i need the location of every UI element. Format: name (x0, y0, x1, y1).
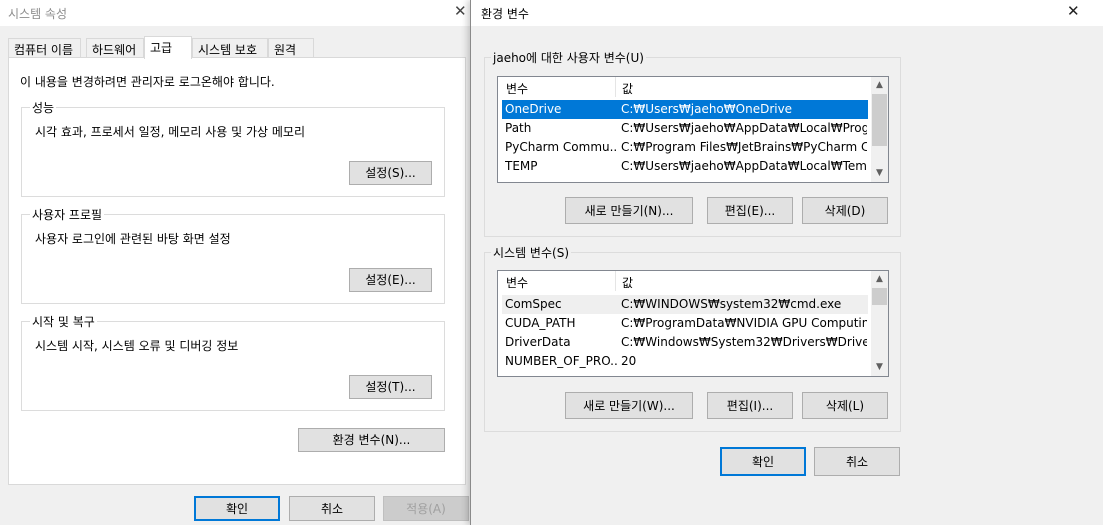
system-properties-titlebar: 시스템 속성 ✕ (0, 0, 472, 26)
variable-value: C:₩Users₩jaeho₩OneDrive (621, 102, 793, 116)
system-edit-button[interactable]: 편집(I)... (707, 392, 793, 419)
column-separator[interactable] (615, 271, 616, 291)
tab-remote[interactable]: 원격 (268, 38, 314, 58)
scroll-up-icon[interactable]: ▲ (871, 271, 888, 288)
system-delete-button[interactable]: 삭제(L) (802, 392, 888, 419)
variable-name: OneDrive (505, 102, 562, 116)
user-variable-row[interactable]: TEMP C:₩Users₩jaeho₩AppData₩Local₩Temp (502, 157, 868, 176)
user-profiles-description: 사용자 로그인에 관련된 바탕 화면 설정 (35, 232, 231, 246)
tab-system-protection[interactable]: 시스템 보호 (192, 38, 268, 58)
variable-value: C:₩Program Files₩JetBrains₩PyCharm Co... (621, 140, 867, 154)
system-variable-row[interactable]: ComSpec C:₩WINDOWS₩system32₩cmd.exe (502, 295, 868, 314)
system-list-header: 변수 값 (498, 271, 888, 291)
tab-computer-name[interactable]: 컴퓨터 이름 (8, 38, 81, 58)
system-variable-row[interactable]: NUMBER_OF_PRO... 20 (502, 352, 868, 371)
system-properties-title: 시스템 속성 (8, 7, 68, 21)
environment-variables-button[interactable]: 환경 변수(N)... (298, 428, 445, 452)
startup-recovery-label: 시작 및 복구 (30, 313, 97, 330)
user-new-button[interactable]: 새로 만들기(N)... (565, 197, 693, 224)
variable-value: C:₩WINDOWS₩system32₩cmd.exe (621, 297, 842, 311)
user-list-scrollbar[interactable]: ▲ ▼ (871, 77, 888, 182)
variable-name: CUDA_PATH (505, 316, 576, 330)
environment-variables-dialog: 환경 변수 ✕ jaeho에 대한 사용자 변수(U) 변수 값 OneDriv… (470, 0, 1103, 525)
sysprops-cancel-button[interactable]: 취소 (289, 496, 375, 521)
user-variable-row[interactable]: OneDrive C:₩Users₩jaeho₩OneDrive (502, 100, 868, 119)
user-edit-button[interactable]: 편집(E)... (707, 197, 793, 224)
user-list-header: 변수 값 (498, 77, 888, 97)
env-title: 환경 변수 (481, 7, 529, 21)
system-variable-row[interactable]: DriverData C:₩Windows₩System32₩Drivers₩D… (502, 333, 868, 352)
scroll-up-icon[interactable]: ▲ (871, 77, 888, 94)
user-variables-label: jaeho에 대한 사용자 변수(U) (491, 49, 646, 66)
user-variable-row[interactable]: Path C:₩Users₩jaeho₩AppData₩Local₩Progra… (502, 119, 868, 138)
close-icon[interactable]: ✕ (454, 2, 467, 20)
scrollbar-thumb[interactable] (872, 94, 887, 146)
tab-hardware[interactable]: 하드웨어 (86, 38, 144, 58)
variable-name: TEMP (505, 159, 538, 173)
system-new-button[interactable]: 새로 만들기(W)... (565, 392, 693, 419)
user-variable-row[interactable]: PyCharm Commu... C:₩Program Files₩JetBra… (502, 138, 868, 157)
system-variables-label: 시스템 변수(S) (491, 244, 571, 261)
scroll-down-icon[interactable]: ▼ (871, 359, 888, 376)
column-header-variable[interactable]: 변수 (506, 274, 528, 291)
sysprops-apply-button: 적용(A) (383, 496, 469, 521)
user-profiles-settings-button[interactable]: 설정(E)... (349, 268, 432, 292)
variable-name: Path (505, 121, 532, 135)
admin-note: 이 내용을 변경하려면 관리자로 로그온해야 합니다. (20, 75, 275, 89)
performance-description: 시각 효과, 프로세서 일정, 메모리 사용 및 가상 메모리 (35, 125, 305, 139)
startup-recovery-description: 시스템 시작, 시스템 오류 및 디버깅 정보 (35, 339, 239, 353)
variable-name: PyCharm Commu... (505, 140, 617, 154)
column-header-value[interactable]: 값 (622, 80, 633, 97)
user-delete-button[interactable]: 삭제(D) (802, 197, 888, 224)
tab-advanced[interactable]: 고급 (144, 36, 192, 59)
scroll-down-icon[interactable]: ▼ (871, 165, 888, 182)
variable-name: DriverData (505, 335, 571, 349)
column-separator[interactable] (615, 77, 616, 97)
variable-value: C:₩Users₩jaeho₩AppData₩Local₩Temp (621, 159, 867, 173)
variable-value: 20 (621, 354, 637, 368)
close-icon[interactable]: ✕ (1067, 2, 1080, 20)
scrollbar-thumb[interactable] (872, 288, 887, 305)
env-cancel-button[interactable]: 취소 (814, 447, 900, 476)
performance-label: 성능 (30, 99, 57, 116)
env-ok-button[interactable]: 확인 (720, 447, 806, 476)
system-variables-list[interactable]: 변수 값 ComSpec C:₩WINDOWS₩system32₩cmd.exe… (497, 270, 889, 377)
column-header-value[interactable]: 값 (622, 274, 633, 291)
column-header-variable[interactable]: 변수 (506, 80, 528, 97)
variable-name: NUMBER_OF_PRO... (505, 354, 617, 368)
variable-value: C:₩ProgramData₩NVIDIA GPU Computing... (621, 316, 867, 330)
variable-name: ComSpec (505, 297, 562, 311)
sysprops-ok-button[interactable]: 확인 (194, 496, 280, 521)
user-profiles-label: 사용자 프로필 (30, 206, 105, 223)
variable-value: C:₩Users₩jaeho₩AppData₩Local₩Program... (621, 121, 867, 135)
startup-recovery-settings-button[interactable]: 설정(T)... (349, 375, 432, 399)
system-variable-row[interactable]: CUDA_PATH C:₩ProgramData₩NVIDIA GPU Comp… (502, 314, 868, 333)
system-properties-dialog: 시스템 속성 ✕ 컴퓨터 이름 하드웨어 고급 시스템 보호 원격 이 내용을 … (0, 0, 472, 525)
system-list-scrollbar[interactable]: ▲ ▼ (871, 271, 888, 376)
performance-settings-button[interactable]: 설정(S)... (349, 161, 432, 185)
variable-value: C:₩Windows₩System32₩Drivers₩DriverData (621, 335, 867, 349)
user-variables-list[interactable]: 변수 값 OneDrive C:₩Users₩jaeho₩OneDrive Pa… (497, 76, 889, 183)
env-titlebar: 환경 변수 ✕ (471, 0, 1103, 26)
